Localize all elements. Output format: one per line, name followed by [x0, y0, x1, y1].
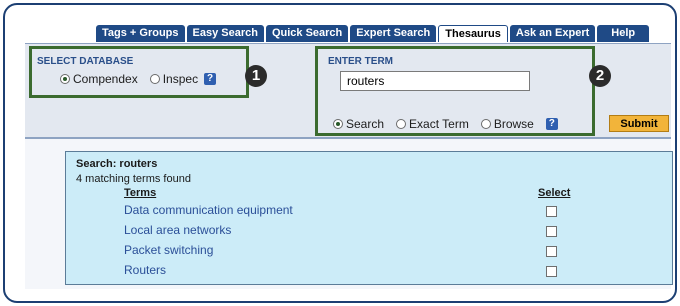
enter-term-label: ENTER TERM: [328, 56, 393, 67]
term-link-packet-switching[interactable]: Packet switching: [124, 243, 213, 257]
tab-bar: Tags + Groups Easy Search Quick Search E…: [96, 25, 651, 42]
term-mode-options: Search Exact Term Browse ?: [333, 117, 558, 131]
thesaurus-window: Tags + Groups Easy Search Quick Search E…: [3, 3, 677, 303]
term-link-data-communication-equipment[interactable]: Data communication equipment: [124, 203, 293, 217]
select-database-label: SELECT DATABASE: [37, 56, 134, 67]
tab-thesaurus[interactable]: Thesaurus: [438, 25, 508, 42]
select-column-header: Select: [538, 187, 571, 199]
results-box: Search: routers 4 matching terms found T…: [65, 151, 673, 285]
exact-term-label[interactable]: Exact Term: [409, 117, 469, 131]
tab-tags-groups[interactable]: Tags + Groups: [96, 25, 185, 42]
exact-term-radio[interactable]: [396, 119, 407, 129]
term-help-icon[interactable]: ?: [545, 118, 558, 130]
submit-button[interactable]: Submit: [609, 115, 669, 132]
callout-badge-2: 2: [589, 65, 611, 87]
search-mode-radio[interactable]: [333, 119, 343, 129]
browse-radio[interactable]: [480, 119, 491, 129]
search-mode-label[interactable]: Search: [346, 117, 384, 131]
select-checkbox[interactable]: [546, 226, 557, 237]
inspec-label[interactable]: Inspec: [163, 72, 198, 86]
compendex-label[interactable]: Compendex: [73, 72, 138, 86]
search-summary: Search: routers: [76, 158, 158, 170]
terms-column-header: Terms: [124, 187, 157, 199]
inspec-radio[interactable]: [149, 74, 160, 84]
term-input[interactable]: [340, 71, 530, 91]
select-checkbox[interactable]: [546, 246, 557, 257]
database-help-icon[interactable]: ?: [204, 73, 217, 85]
tab-ask-an-expert[interactable]: Ask an Expert: [509, 25, 596, 42]
tab-expert-search[interactable]: Expert Search: [350, 25, 437, 42]
select-checkbox[interactable]: [546, 206, 557, 217]
tab-easy-search[interactable]: Easy Search: [186, 25, 264, 42]
match-count: 4 matching terms found: [76, 173, 191, 185]
term-link-local-area-networks[interactable]: Local area networks: [124, 223, 231, 237]
tab-quick-search[interactable]: Quick Search: [265, 25, 349, 42]
database-options: Compendex Inspec ?: [60, 72, 217, 86]
tab-help[interactable]: Help: [597, 25, 650, 42]
compendex-radio[interactable]: [60, 74, 70, 84]
browse-label[interactable]: Browse: [494, 117, 534, 131]
callout-badge-1: 1: [245, 65, 267, 87]
select-checkbox[interactable]: [546, 266, 557, 277]
term-link-routers[interactable]: Routers: [124, 263, 166, 277]
